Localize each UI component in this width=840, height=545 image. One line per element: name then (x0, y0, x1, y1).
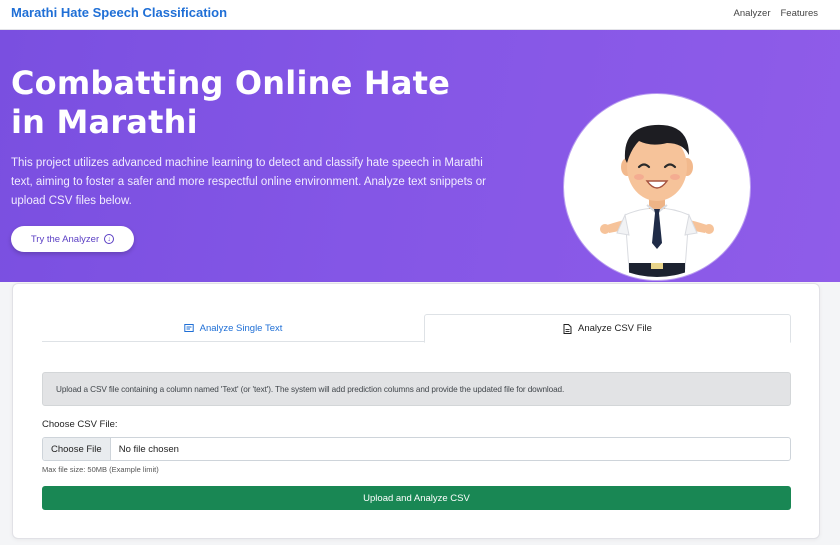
tab-analyze-single-text[interactable]: Analyze Single Text (42, 314, 424, 342)
hero-title: Combatting Online Hate in Marathi (11, 64, 451, 141)
tab-label: Analyze Single Text (199, 322, 283, 334)
avatar-illustration (567, 97, 747, 277)
choose-csv-label: Choose CSV File: (42, 419, 118, 430)
analyzer-tabs: Analyze Single Text Analyze CSV File (42, 314, 791, 343)
nav-link-analyzer[interactable]: Analyzer (734, 8, 771, 19)
try-analyzer-label: Try the Analyzer (30, 233, 100, 245)
file-size-help: Max file size: 50MB (Example limit) (42, 465, 159, 474)
nav-links: Analyzer Features (734, 8, 818, 19)
hero-section: Combatting Online Hate in Marathi This p… (0, 30, 840, 282)
tab-analyze-csv-file[interactable]: Analyze CSV File (424, 314, 791, 343)
nav-link-features[interactable]: Features (781, 8, 819, 19)
arrow-down-circle-icon: ↓ (104, 234, 115, 244)
csv-info-alert: Upload a CSV file containing a column na… (42, 372, 791, 406)
choose-file-button[interactable]: Choose File (43, 438, 111, 460)
brand-title[interactable]: Marathi Hate Speech Classification (11, 5, 227, 20)
try-analyzer-button[interactable]: Try the Analyzer ↓ (11, 226, 134, 252)
hero-description: This project utilizes advanced machine l… (11, 157, 486, 207)
csv-file-input[interactable]: Choose File No file chosen (42, 437, 791, 461)
hero-avatar (564, 94, 750, 280)
analyzer-card: Analyze Single Text Analyze CSV File Upl… (12, 283, 820, 539)
file-icon (563, 323, 572, 334)
upload-analyze-button[interactable]: Upload and Analyze CSV (42, 486, 791, 510)
navbar: Marathi Hate Speech Classification Analy… (0, 0, 840, 30)
tab-label: Analyze CSV File (578, 323, 652, 334)
text-icon (183, 324, 194, 332)
file-name-text: No file chosen (118, 443, 179, 455)
